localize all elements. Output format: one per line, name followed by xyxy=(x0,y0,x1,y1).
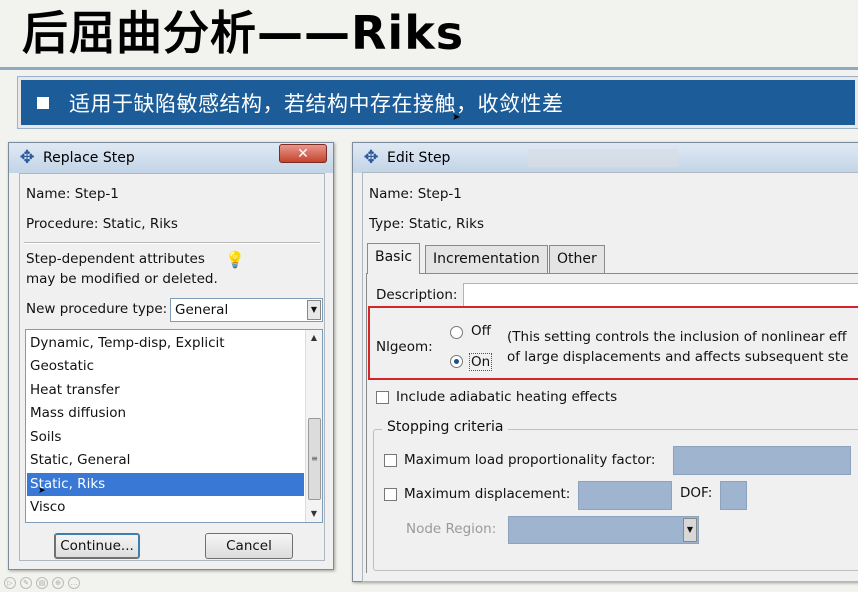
max-displacement-label: Maximum displacement: xyxy=(404,486,571,502)
square-bullet-icon xyxy=(37,96,49,109)
max-displacement-checkbox[interactable] xyxy=(384,488,397,501)
pen-icon[interactable]: ✎ xyxy=(20,577,32,589)
cancel-button[interactable]: Cancel xyxy=(205,533,293,559)
close-button[interactable]: ✕ xyxy=(279,144,327,163)
nlgeom-off-radio[interactable] xyxy=(450,326,463,339)
edit-step-title: Edit Step xyxy=(387,150,451,166)
tab-other[interactable]: Other xyxy=(549,245,605,273)
media-controls: ▷ ✎ ▤ ⊕ … xyxy=(0,574,858,592)
bullet-text: 适用于缺陷敏感结构，若结构中存在接触，收敛性差 xyxy=(69,91,564,116)
zoom-icon[interactable]: ⊕ xyxy=(52,577,64,589)
chevron-down-icon[interactable]: ▼ xyxy=(307,300,321,320)
stopping-criteria-label: Stopping criteria xyxy=(382,419,509,435)
background-toolbar xyxy=(528,149,678,167)
edit-type-value: Static, Riks xyxy=(408,216,485,232)
max-lpf-checkbox[interactable] xyxy=(384,454,397,467)
procedure-row: Procedure: Static, Riks xyxy=(26,216,178,232)
adiabatic-label: Include adiabatic heating effects xyxy=(396,389,618,405)
procedure-label: Procedure: xyxy=(26,216,99,232)
mouse-cursor-icon: ➤ xyxy=(38,486,46,496)
replace-step-dialog: ✥ Replace Step ✕ Name: Step-1 Procedure:… xyxy=(8,142,334,570)
dof-input[interactable] xyxy=(720,481,747,510)
note-line-1: Step-dependent attributes xyxy=(26,251,205,267)
list-item[interactable]: Heat transfer xyxy=(27,379,304,402)
max-lpf-label: Maximum load proportionality factor: xyxy=(404,452,656,468)
move-arrows-icon: ✥ xyxy=(19,147,35,168)
dof-label: DOF: xyxy=(680,485,713,501)
note-line-2: may be modified or deleted. xyxy=(26,271,218,287)
edit-name-label: Name: xyxy=(369,186,414,202)
replace-step-body: Name: Step-1 Procedure: Static, Riks Ste… xyxy=(19,173,325,561)
nlgeom-on-label: On xyxy=(469,353,493,371)
description-input[interactable] xyxy=(463,283,858,307)
node-region-select[interactable]: ▼ xyxy=(508,516,699,544)
procedure-list[interactable]: Dynamic, Temp-disp, Explicit Geostatic H… xyxy=(25,329,323,523)
edit-name-row: Name: Step-1 xyxy=(369,186,462,202)
edit-step-titlebar[interactable]: ✥ Edit Step xyxy=(353,143,858,173)
max-lpf-input[interactable] xyxy=(673,446,851,475)
list-item[interactable]: Static, General xyxy=(27,449,304,472)
adiabatic-checkbox[interactable] xyxy=(376,391,389,404)
lightbulb-icon: 💡 xyxy=(225,250,245,269)
nlgeom-help-line-1: (This setting controls the inclusion of … xyxy=(507,329,847,345)
move-arrows-icon: ✥ xyxy=(363,147,379,168)
name-value: Step-1 xyxy=(74,186,119,202)
procedure-value: Static, Riks xyxy=(102,216,178,232)
procedure-type-label: New procedure type: xyxy=(26,301,168,317)
close-icon: ✕ xyxy=(297,145,309,162)
slides-icon[interactable]: ▤ xyxy=(36,577,48,589)
max-displacement-input[interactable] xyxy=(578,481,672,510)
name-row: Name: Step-1 xyxy=(26,186,119,202)
replace-step-title: Replace Step xyxy=(43,150,135,166)
scroll-down-icon[interactable]: ▼ xyxy=(306,506,322,522)
bullet-banner: 适用于缺陷敏感结构，若结构中存在接触，收敛性差 xyxy=(18,77,858,128)
list-item[interactable]: Dynamic, Temp-disp, Explicit xyxy=(27,332,304,355)
scroll-up-icon[interactable]: ▲ xyxy=(306,330,322,346)
list-item-selected[interactable]: Static, Riks xyxy=(27,473,304,496)
play-icon[interactable]: ▷ xyxy=(4,577,16,589)
mouse-cursor-icon: ➤ xyxy=(452,112,461,123)
edit-type-label: Type: xyxy=(369,216,405,232)
tab-basic[interactable]: Basic xyxy=(367,243,421,274)
edit-name-value: Step-1 xyxy=(417,186,462,202)
nlgeom-off-label: Off xyxy=(471,323,491,339)
procedure-type-value: General xyxy=(175,302,229,318)
list-scrollbar[interactable]: ▲ ≡ ▼ xyxy=(305,330,322,522)
nlgeom-on-radio[interactable] xyxy=(450,355,463,368)
chevron-down-icon[interactable]: ▼ xyxy=(683,518,697,542)
tab-incrementation[interactable]: Incrementation xyxy=(425,245,548,273)
slide-title: 后屈曲分析——Riks xyxy=(22,6,465,60)
list-item[interactable]: Visco xyxy=(27,496,304,519)
more-icon[interactable]: … xyxy=(68,577,80,589)
separator xyxy=(24,242,320,244)
title-divider xyxy=(0,67,858,70)
procedure-type-select[interactable]: General ▼ xyxy=(170,298,323,322)
node-region-label: Node Region: xyxy=(406,521,497,537)
list-item[interactable]: Geostatic xyxy=(27,355,304,378)
name-label: Name: xyxy=(26,186,71,202)
nlgeom-help-line-2: of large displacements and affects subse… xyxy=(507,349,849,365)
replace-step-titlebar[interactable]: ✥ Replace Step ✕ xyxy=(9,143,333,173)
edit-type-row: Type: Static, Riks xyxy=(369,216,484,232)
list-item[interactable]: Soils xyxy=(27,426,304,449)
description-label: Description: xyxy=(376,287,458,303)
nlgeom-label: Nlgeom: xyxy=(376,339,433,355)
scroll-thumb[interactable]: ≡ xyxy=(308,418,321,500)
continue-button[interactable]: Continue... xyxy=(54,533,140,559)
list-item[interactable]: Mass diffusion xyxy=(27,402,304,425)
